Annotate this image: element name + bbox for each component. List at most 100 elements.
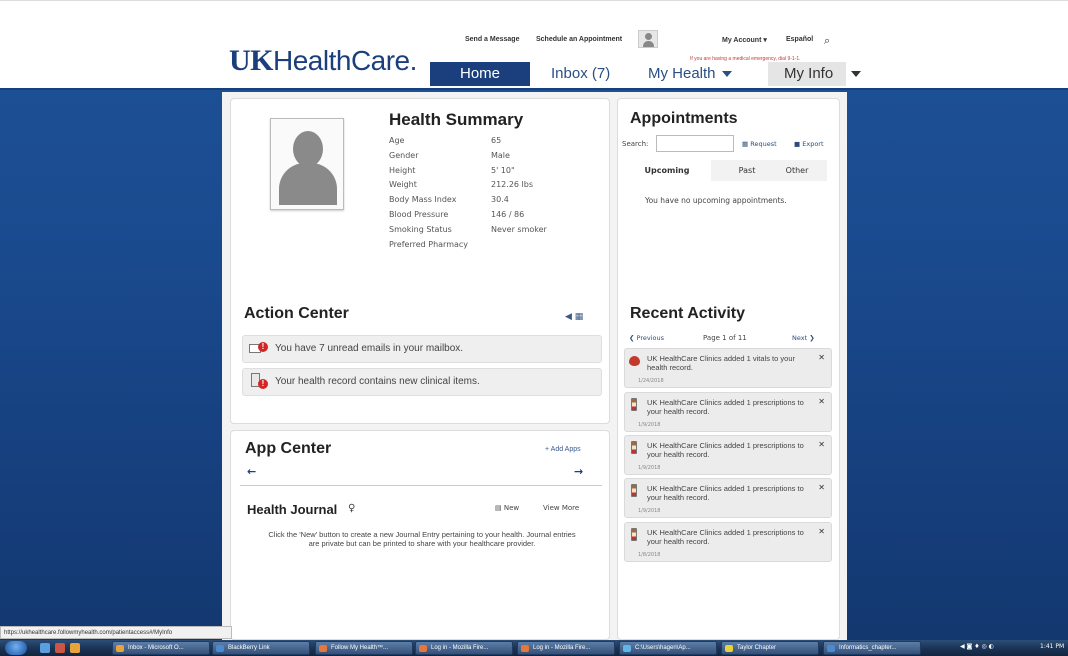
pill-icon — [629, 484, 639, 498]
pill-icon — [629, 528, 639, 542]
tab-inbox-label: Inbox (7) — [551, 65, 611, 82]
activity-text: UK HealthCare Clinics added 1 vitals to … — [647, 354, 795, 372]
summary-label: Body Mass Index — [389, 195, 457, 205]
tab-past[interactable]: Past — [727, 160, 767, 181]
action-item-clinical-items[interactable]: ! Your health record contains new clinic… — [242, 368, 602, 396]
tab-inbox[interactable]: Inbox (7) — [551, 62, 610, 86]
next-page-button[interactable]: Next ❯ — [792, 334, 815, 342]
pill-icon — [629, 441, 639, 455]
profile-body-shape — [279, 163, 337, 205]
activity-text: UK HealthCare Clinics added 1 prescripti… — [647, 441, 804, 459]
page-header-area — [0, 0, 1068, 88]
tab-upcoming[interactable]: Upcoming — [623, 160, 711, 181]
taskbar-button-explorer[interactable]: C:\Users\hagen\Ap... — [619, 641, 717, 655]
request-label: Request — [750, 140, 777, 148]
espanol-link[interactable]: Español — [786, 36, 813, 43]
profile-photo-placeholder[interactable] — [270, 118, 344, 210]
search-icon[interactable]: ⌕ — [824, 34, 838, 48]
lightbulb-icon[interactable]: ♀ — [348, 503, 355, 514]
activity-item[interactable]: UK HealthCare Clinics added 1 prescripti… — [624, 522, 832, 562]
my-account-menu[interactable]: My Account ▾ — [722, 36, 767, 44]
close-icon[interactable]: ✕ — [818, 353, 825, 362]
previous-page-button[interactable]: ❮ Previous — [629, 334, 664, 342]
activity-item[interactable]: UK HealthCare Clinics added 1 prescripti… — [624, 392, 832, 432]
quick-launch-icon[interactable] — [70, 643, 80, 653]
tab-my-info[interactable]: My Info — [768, 62, 862, 86]
close-icon[interactable]: ✕ — [818, 440, 825, 449]
appointments-tabs: Upcoming Past Other — [623, 160, 827, 181]
close-icon[interactable]: ✕ — [818, 483, 825, 492]
summary-value: Male — [491, 150, 510, 160]
taskbar-button-taylor-chapter[interactable]: Taylor Chapter — [721, 641, 819, 655]
action-item-text: You have 7 unread emails in your mailbox… — [275, 343, 464, 354]
taskbar-button-firefox-1[interactable]: Log in - Mozilla Fire... — [415, 641, 513, 655]
quick-launch-icon[interactable] — [40, 643, 50, 653]
close-icon[interactable]: ✕ — [818, 397, 825, 406]
tab-other[interactable]: Other — [773, 160, 821, 181]
taskbar-button-informatics[interactable]: Informatics_chapter... — [823, 641, 921, 655]
journal-new-label: New — [503, 504, 520, 512]
journal-view-more-link[interactable]: View More — [543, 504, 579, 512]
activity-text: UK HealthCare Clinics added 1 prescripti… — [647, 484, 804, 502]
user-avatar-icon[interactable] — [638, 30, 658, 48]
chevron-down-icon — [851, 71, 862, 78]
activity-item[interactable]: UK HealthCare Clinics added 1 prescripti… — [624, 478, 832, 518]
health-summary-title: Health Summary — [389, 110, 524, 129]
new-document-icon: ▤ — [495, 504, 502, 512]
page-indicator: Page 1 of 11 — [703, 334, 747, 342]
journal-new-button[interactable]: ▤ New — [495, 504, 519, 512]
tab-my-health[interactable]: My Health — [648, 62, 732, 86]
export-button[interactable]: ■ Export — [794, 140, 824, 148]
arrow-right-icon[interactable]: → — [574, 465, 583, 478]
tab-home[interactable]: Home — [430, 62, 530, 86]
taskbar-button-follow-my-health[interactable]: Follow My Health™... — [315, 641, 413, 655]
next-label: Next — [792, 334, 808, 342]
schedule-appointment-link[interactable]: Schedule an Appointment — [536, 36, 622, 43]
calendar-icon[interactable]: ▦ — [575, 312, 584, 322]
start-button-icon[interactable] — [5, 641, 27, 655]
quick-launch-icon[interactable] — [55, 643, 65, 653]
taskbar-button-outlook[interactable]: Inbox - Microsoft O... — [112, 641, 210, 655]
summary-label: Smoking Status — [389, 224, 452, 234]
system-tray-icons[interactable]: ◀ ◙ ♦ ◎ ◐ — [960, 643, 994, 650]
heart-icon — [629, 354, 640, 368]
action-item-unread-emails[interactable]: ! You have 7 unread emails in your mailb… — [242, 335, 602, 363]
ukhealthcare-logo[interactable]: UKHealthCare. — [229, 44, 417, 77]
summary-label: Age — [389, 136, 405, 145]
activity-date: 1/24/2018 — [638, 378, 664, 384]
close-icon[interactable]: ✕ — [818, 527, 825, 536]
chevron-left-icon[interactable]: ◀ — [565, 312, 572, 322]
pill-icon — [629, 398, 639, 412]
tab-home-label: Home — [459, 65, 500, 82]
add-apps-button[interactable]: + Add Apps — [545, 446, 581, 453]
action-item-text: Your health record contains new clinical… — [275, 376, 480, 387]
activity-date: 1/8/2018 — [638, 552, 661, 558]
send-message-link[interactable]: Send a Message — [465, 36, 519, 43]
my-account-label: My Account — [722, 37, 762, 44]
summary-label: Height — [389, 165, 416, 175]
taskbar-button-blackberry[interactable]: BlackBerry Link — [212, 641, 310, 655]
summary-value: 5' 10" — [491, 165, 515, 175]
arrow-left-icon[interactable]: ← — [247, 465, 256, 478]
taskbar-button-firefox-2[interactable]: Log in - Mozilla Fire... — [517, 641, 615, 655]
record-alert-icon: ! — [249, 373, 268, 389]
appointments-title: Appointments — [630, 110, 738, 127]
chevron-down-icon — [721, 71, 732, 78]
activity-date: 1/9/2018 — [638, 422, 661, 428]
recent-activity-title: Recent Activity — [630, 305, 745, 322]
profile-head-shape — [293, 131, 323, 167]
action-center-title: Action Center — [244, 305, 349, 322]
activity-item[interactable]: UK HealthCare Clinics added 1 prescripti… — [624, 435, 832, 475]
request-appointment-button[interactable]: ▦ Request — [742, 140, 777, 148]
summary-label: Weight — [389, 180, 417, 190]
header-divider — [0, 88, 1068, 90]
app-center-title: App Center — [245, 440, 332, 457]
calendar-icon: ▦ — [742, 140, 749, 148]
save-icon: ■ — [794, 140, 801, 148]
activity-text: UK HealthCare Clinics added 1 prescripti… — [647, 528, 804, 546]
taskbar-clock: 1:41 PM — [1040, 643, 1065, 650]
health-journal-title: Health Journal — [247, 502, 338, 517]
mail-alert-icon: ! — [249, 342, 268, 356]
activity-item[interactable]: UK HealthCare Clinics added 1 vitals to … — [624, 348, 832, 388]
appointments-search-input[interactable] — [656, 135, 734, 152]
